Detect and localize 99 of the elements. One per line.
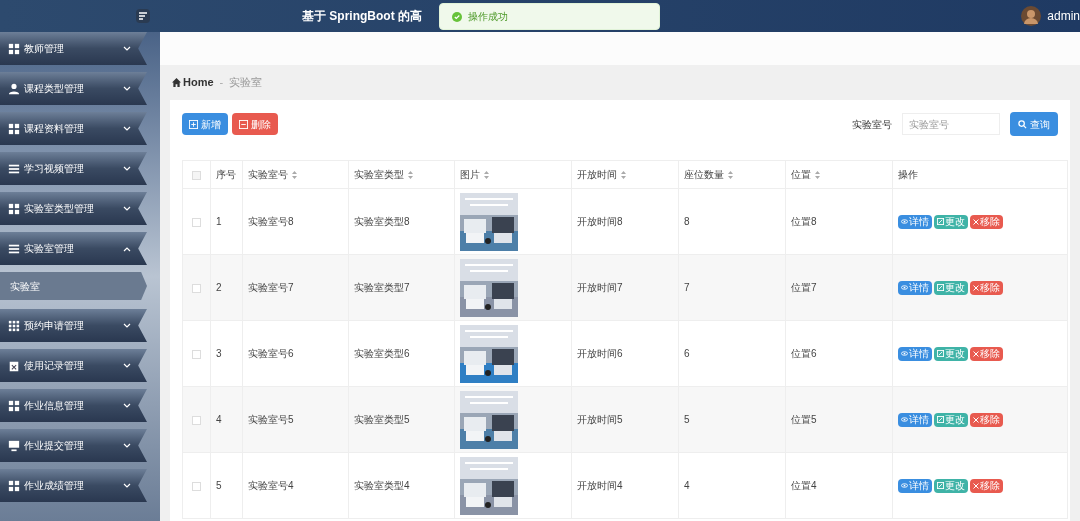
sidebar-subitem[interactable]: 实验室 — [0, 272, 147, 300]
eye-icon — [901, 417, 908, 422]
sidebar-item[interactable]: 实验室类型管理 — [0, 192, 147, 225]
table-cell: 5 — [684, 414, 690, 425]
table-cell: 开放时间8 — [577, 216, 623, 227]
remove-button[interactable]: 移除 — [970, 214, 1003, 229]
table-cell: 2 — [216, 282, 222, 293]
table-cell: 7 — [684, 282, 690, 293]
delete-button[interactable]: 删除 — [232, 113, 278, 135]
table-cell: 实验室号4 — [248, 480, 294, 491]
table-cell: 实验室号6 — [248, 348, 294, 359]
eye-icon — [901, 219, 908, 224]
remove-button[interactable]: 移除 — [970, 280, 1003, 295]
grid-icon — [8, 122, 20, 135]
close-icon — [973, 482, 979, 489]
monitor-icon — [8, 439, 20, 452]
clipboard-icon — [8, 359, 20, 372]
breadcrumb-home-link[interactable]: Home — [172, 74, 214, 91]
sidebar-item[interactable]: 教师管理 — [0, 32, 147, 65]
eye-icon — [901, 483, 908, 488]
edit-icon — [937, 416, 944, 423]
close-icon — [973, 416, 979, 423]
remove-button[interactable]: 移除 — [970, 412, 1003, 427]
row-checkbox[interactable] — [192, 283, 201, 293]
column-header: 序号 — [216, 168, 236, 182]
table-cell: 实验室类型4 — [354, 480, 410, 491]
table-cell: 3 — [216, 348, 222, 359]
row-checkbox[interactable] — [192, 481, 201, 491]
success-icon — [452, 11, 462, 22]
sidebar-item[interactable]: 课程资料管理 — [0, 112, 147, 145]
sidebar-item[interactable]: 作业成绩管理 — [0, 469, 147, 502]
column-header[interactable]: 位置 — [791, 167, 820, 182]
eye-icon — [901, 285, 908, 290]
remove-button[interactable]: 移除 — [970, 478, 1003, 493]
column-header: 操作 — [898, 168, 918, 182]
column-header[interactable]: 图片 — [460, 167, 489, 182]
breadcrumb-separator: - — [219, 75, 224, 91]
table-cell: 实验室号8 — [248, 216, 294, 227]
table-cell: 1 — [216, 216, 222, 227]
table-cell: 6 — [684, 348, 690, 359]
table-cell: 位置7 — [791, 282, 817, 293]
eye-icon — [901, 351, 908, 356]
edit-icon — [937, 482, 944, 489]
table-cell: 实验室类型6 — [354, 348, 410, 359]
sidebar-item[interactable]: 作业提交管理 — [0, 429, 147, 462]
close-icon — [973, 218, 979, 225]
table-cell: 4 — [684, 480, 690, 491]
toast-message: 操作成功 — [468, 10, 508, 24]
row-checkbox[interactable] — [192, 349, 201, 359]
table-cell: 4 — [216, 414, 222, 425]
table-cell: 开放时间5 — [577, 414, 623, 425]
list-icon — [8, 242, 20, 255]
table-cell: 位置5 — [791, 414, 817, 425]
edit-icon — [937, 284, 944, 291]
close-icon — [973, 284, 979, 291]
table-cell: 8 — [684, 216, 690, 227]
plus-square-icon — [189, 119, 198, 129]
sidebar-item[interactable]: 使用记录管理 — [0, 349, 147, 382]
grid-icon — [8, 42, 20, 55]
table-cell: 开放时间4 — [577, 480, 623, 491]
grid-icon — [8, 479, 20, 492]
user-name[interactable]: admin — [1047, 7, 1080, 25]
avatar-icon[interactable] — [1021, 6, 1042, 26]
sidebar-item[interactable]: 课程类型管理 — [0, 72, 147, 105]
minus-square-icon — [239, 119, 248, 129]
table-cell: 位置8 — [791, 216, 817, 227]
breadcrumb-current: 实验室 — [229, 75, 263, 91]
remove-button[interactable]: 移除 — [970, 346, 1003, 361]
search-icon — [1018, 119, 1027, 129]
sidebar-item[interactable]: 作业信息管理 — [0, 389, 147, 422]
sidebar-item[interactable]: 预约申请管理 — [0, 309, 147, 342]
table-cell: 实验室类型5 — [354, 414, 410, 425]
sidebar-item[interactable]: 学习视频管理 — [0, 152, 147, 185]
table-cell: 5 — [216, 480, 222, 491]
app-title: 基于 SpringBoot 的高 — [302, 8, 422, 25]
home-icon — [172, 78, 181, 87]
close-icon — [973, 350, 979, 357]
table-cell: 实验室号7 — [248, 282, 294, 293]
row-checkbox[interactable] — [192, 415, 201, 425]
select-all-checkbox[interactable] — [192, 170, 201, 180]
grid-icon — [8, 202, 20, 215]
table-cell: 实验室类型7 — [354, 282, 410, 293]
edit-icon — [937, 350, 944, 357]
menu-icon[interactable] — [136, 9, 150, 23]
edit-icon — [937, 218, 944, 225]
table-cell: 实验室类型8 — [354, 216, 410, 227]
person-icon — [8, 82, 20, 95]
grid-icon — [8, 399, 20, 412]
table-cell: 实验室号5 — [248, 414, 294, 425]
table-cell: 开放时间6 — [577, 348, 623, 359]
list-icon — [8, 162, 20, 175]
row-checkbox[interactable] — [192, 217, 201, 227]
table-cell: 开放时间7 — [577, 282, 623, 293]
grid-icon — [8, 319, 20, 332]
table-cell: 位置6 — [791, 348, 817, 359]
table-cell: 位置4 — [791, 480, 817, 491]
search-label: 实验室号 — [852, 117, 892, 132]
search-field[interactable]: 实验室号 — [902, 113, 1000, 135]
sidebar-item[interactable]: 实验室管理 — [0, 232, 147, 265]
